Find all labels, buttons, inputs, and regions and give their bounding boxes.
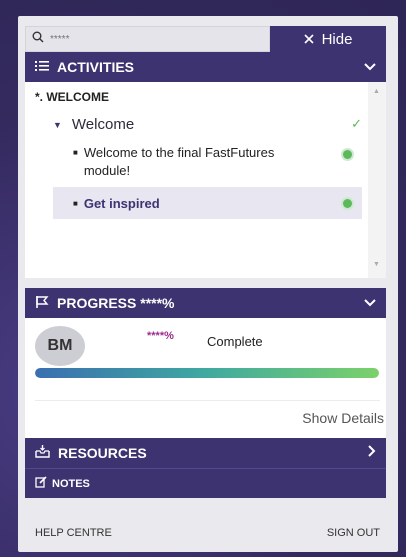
activity-item[interactable]: ■ Welcome to the final FastFutures modul… <box>53 140 362 182</box>
status-complete-icon <box>343 150 352 159</box>
progress-bar <box>35 368 379 378</box>
progress-percent: ****% <box>147 330 174 342</box>
chevron-down-icon[interactable] <box>364 294 376 312</box>
footer: HELP CENTRE SIGN OUT <box>25 514 386 552</box>
avatar: BM <box>35 326 85 366</box>
hide-button[interactable]: Hide <box>270 26 386 52</box>
close-icon <box>303 31 314 48</box>
sidebar-panel: Hide ACTIVITIES *. WELCOME ▼ Welcome ✓ <box>18 16 398 552</box>
search-icon <box>32 30 44 48</box>
activity-item-selected[interactable]: ■ Get inspired <box>53 187 362 219</box>
activities-scrollbar[interactable]: ▲ ▼ <box>368 82 386 278</box>
hide-label: Hide <box>321 30 353 48</box>
activities-list: *. WELCOME ▼ Welcome ✓ ■ Welcome to the … <box>25 82 386 278</box>
activity-group-title: *. WELCOME <box>35 90 109 104</box>
flag-icon <box>35 295 49 312</box>
progress-header[interactable]: PROGRESS ****% <box>25 288 386 318</box>
activity-item-label: Welcome to the final FastFutures module! <box>83 145 275 178</box>
progress-panel: BM ****% Complete Show Details <box>25 318 386 438</box>
check-icon: ✓ <box>351 116 362 131</box>
sign-out-link[interactable]: SIGN OUT <box>327 527 380 539</box>
scroll-up-icon[interactable]: ▲ <box>373 88 380 95</box>
scroll-down-icon[interactable]: ▼ <box>373 261 380 268</box>
bullet-icon: ■ <box>73 148 78 157</box>
notes-label: NOTES <box>52 477 90 490</box>
inbox-icon <box>35 445 50 461</box>
progress-bar-fill <box>35 368 379 378</box>
complete-label: Complete <box>207 334 263 349</box>
edit-icon <box>35 476 47 491</box>
activity-item-label: Get inspired <box>83 195 160 211</box>
search-input[interactable] <box>50 33 250 45</box>
section-welcome[interactable]: ▼ Welcome <box>53 116 134 133</box>
activities-title: ACTIVITIES <box>57 59 135 75</box>
help-centre-link[interactable]: HELP CENTRE <box>35 527 112 539</box>
status-complete-icon <box>343 199 352 208</box>
progress-title: PROGRESS ****% <box>57 295 175 311</box>
search-box[interactable] <box>25 26 270 52</box>
resources-header[interactable]: RESOURCES <box>25 438 386 468</box>
chevron-down-icon[interactable] <box>364 58 376 76</box>
list-icon <box>35 59 49 75</box>
triangle-down-icon: ▼ <box>53 119 62 130</box>
chevron-right-icon[interactable] <box>368 444 376 462</box>
notes-button[interactable]: NOTES <box>25 468 386 498</box>
show-details-link[interactable]: Show Details <box>302 410 384 426</box>
divider <box>35 400 380 401</box>
section-label: Welcome <box>71 116 135 133</box>
activities-header[interactable]: ACTIVITIES <box>25 52 386 82</box>
bullet-icon: ■ <box>73 198 78 208</box>
search-row: Hide <box>25 26 386 52</box>
resources-title: RESOURCES <box>58 445 147 461</box>
